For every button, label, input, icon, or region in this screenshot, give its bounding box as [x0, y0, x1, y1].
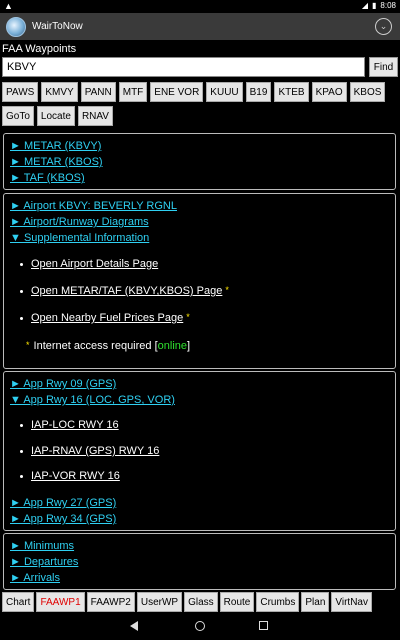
recent-waypoints-row: PAWS KMVY PANN MTF ENE VOR KUUU B19 KTEB…	[0, 82, 386, 102]
app-rwy-27-link[interactable]: ► App Rwy 27 (GPS)	[10, 497, 116, 509]
tab-userwp[interactable]: UserWP	[136, 592, 183, 612]
tab-plan[interactable]: Plan	[301, 592, 330, 612]
tab-virtnav[interactable]: VirtNav	[331, 592, 372, 612]
find-button[interactable]: Find	[369, 57, 398, 77]
waypoint-button[interactable]: KMVY	[41, 82, 78, 102]
weather-panel: ► METAR (KBVY) ► METAR (KBOS) ► TAF (KBO…	[3, 133, 396, 190]
tab-chart[interactable]: Chart	[2, 592, 35, 612]
rnav-button[interactable]: RNAV	[77, 106, 113, 126]
chevron-down-icon[interactable]: ⌄	[375, 18, 392, 35]
tab-crumbs[interactable]: Crumbs	[256, 592, 300, 612]
recent-apps-icon[interactable]	[259, 621, 268, 630]
battery-icon: ▮	[372, 1, 377, 10]
waypoint-button[interactable]: KPAO	[311, 82, 347, 102]
bullet-icon	[20, 316, 23, 320]
metar-kbvy-link[interactable]: ► METAR (KBVY)	[10, 140, 101, 152]
minimums-link[interactable]: ► Minimums	[10, 540, 74, 552]
bottom-tab-bar: Chart FAAWP1 FAAWP2 UserWP Glass Route C…	[0, 592, 400, 614]
airport-info-link[interactable]: ► Airport KBVY: BEVERLY RGNL	[10, 200, 177, 212]
approaches-panel: ► App Rwy 09 (GPS) ▼ App Rwy 16 (LOC, GP…	[3, 371, 396, 531]
app-globe-icon[interactable]	[6, 17, 26, 37]
bullet-icon	[20, 262, 23, 266]
waypoint-button[interactable]: KUUU	[206, 82, 243, 102]
bullet-icon	[20, 474, 23, 478]
tab-faawp1[interactable]: FAAWP1	[36, 592, 85, 612]
status-right: ◢ ▮ 8:08	[362, 1, 396, 10]
waypoint-button[interactable]: PANN	[80, 82, 116, 102]
app-rwy-09-link[interactable]: ► App Rwy 09 (GPS)	[10, 378, 116, 390]
warning-icon: ▲	[4, 1, 13, 11]
procedures-panel: ► Minimums ► Departures ► Arrivals	[3, 533, 396, 590]
app-rwy-34-link[interactable]: ► App Rwy 34 (GPS)	[10, 513, 116, 525]
waypoint-button[interactable]: KBOS	[349, 82, 386, 102]
app-bar: WairToNow ⌄	[0, 13, 400, 40]
waypoint-button[interactable]: PAWS	[2, 82, 39, 102]
goto-button[interactable]: GoTo	[2, 106, 34, 126]
app-title: WairToNow	[32, 21, 83, 32]
system-nav-bar	[0, 615, 400, 640]
waypoint-button[interactable]: MTF	[118, 82, 148, 102]
waypoint-search-input[interactable]	[2, 57, 365, 77]
tab-glass[interactable]: Glass	[184, 592, 218, 612]
list-item[interactable]: Open Airport Details Page	[20, 258, 158, 270]
list-item[interactable]: IAP-VOR RWY 16	[20, 470, 120, 482]
internet-note: * Internet access required [online]	[26, 340, 191, 352]
bullet-icon	[20, 449, 23, 453]
departures-link[interactable]: ► Departures	[10, 556, 78, 568]
supplemental-info-link[interactable]: ▼ Supplemental Information	[10, 232, 149, 244]
airport-panel: ► Airport KBVY: BEVERLY RGNL ► Airport/R…	[3, 193, 396, 369]
tab-faawp2[interactable]: FAAWP2	[86, 592, 135, 612]
list-item[interactable]: IAP-RNAV (GPS) RWY 16	[20, 445, 159, 457]
list-item[interactable]: Open Nearby Fuel Prices Page *	[20, 312, 190, 324]
waypoint-button[interactable]: ENE VOR	[150, 82, 204, 102]
waypoint-button[interactable]: B19	[245, 82, 272, 102]
status-bar: ▲ ◢ ▮ 8:08	[0, 0, 400, 13]
waypoint-button[interactable]: KTEB	[274, 82, 309, 102]
list-item[interactable]: IAP-LOC RWY 16	[20, 419, 119, 431]
home-icon[interactable]	[195, 621, 205, 631]
asterisk-note-marker: *	[186, 312, 190, 322]
locate-button[interactable]: Locate	[36, 106, 75, 126]
back-icon[interactable]	[130, 621, 138, 631]
bullet-icon	[20, 423, 23, 427]
action-buttons-row: GoTo Locate RNAV	[0, 106, 113, 126]
asterisk-note-marker: *	[225, 285, 229, 295]
arrivals-link[interactable]: ► Arrivals	[10, 572, 60, 584]
waypoints-label: FAA Waypoints	[2, 43, 77, 55]
clock: 8:08	[380, 1, 396, 10]
app-rwy-16-link[interactable]: ▼ App Rwy 16 (LOC, GPS, VOR)	[10, 394, 175, 406]
taf-kbos-link[interactable]: ► TAF (KBOS)	[10, 172, 85, 184]
online-status: online	[157, 340, 187, 352]
bullet-icon	[20, 289, 23, 293]
metar-kbos-link[interactable]: ► METAR (KBOS)	[10, 156, 103, 168]
list-item[interactable]: Open METAR/TAF (KBVY,KBOS) Page *	[20, 285, 229, 297]
tab-route[interactable]: Route	[219, 592, 255, 612]
runway-diagrams-link[interactable]: ► Airport/Runway Diagrams	[10, 216, 149, 228]
signal-icon: ◢	[361, 1, 369, 10]
